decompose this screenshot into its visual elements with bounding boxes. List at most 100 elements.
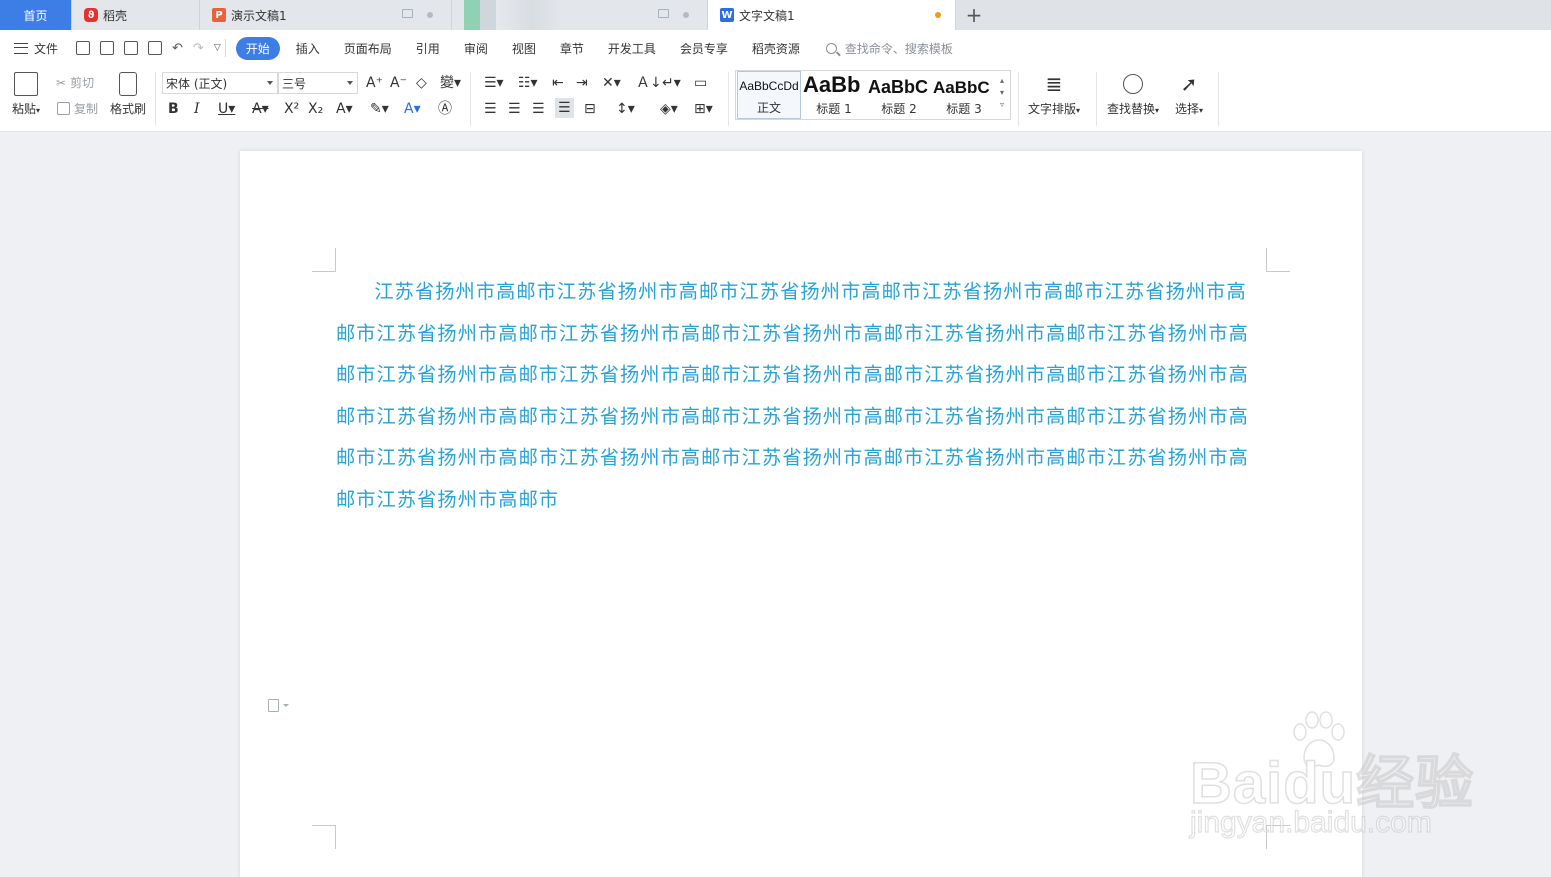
tab-presentation[interactable]: P 演示文稿1	[200, 0, 452, 30]
search-placeholder: 查找命令、搜索模板	[844, 41, 953, 56]
bullet-list-icon[interactable]: ☰▾	[484, 74, 504, 92]
align-center-icon[interactable]: ☰	[508, 100, 521, 118]
line-spacing-icon[interactable]: ↕▾	[616, 100, 635, 118]
select-button[interactable]: ➚ 选择▾	[1175, 72, 1203, 117]
command-search[interactable]: 查找命令、搜索模板	[825, 40, 953, 57]
table-tools-icon[interactable]: ▭	[694, 74, 707, 92]
strikethrough-icon[interactable]: A▾	[252, 100, 269, 118]
show-marks-icon[interactable]: ↵▾	[662, 74, 681, 92]
redo-icon[interactable]: ↷	[193, 41, 204, 56]
search-icon	[825, 42, 837, 54]
subscript-icon[interactable]: X₂	[308, 100, 323, 118]
tab-chapter[interactable]: 章节	[548, 40, 596, 57]
tab-label: 演示文稿1	[231, 8, 287, 23]
tab-blurred[interactable]	[452, 0, 708, 30]
chinese-layout-icon[interactable]: ✕▾	[602, 74, 621, 92]
document-page[interactable]: 江苏省扬州市高邮市江苏省扬州市高邮市江苏省扬州市高邮市江苏省扬州市高邮市江苏省扬…	[240, 151, 1362, 877]
tab-member[interactable]: 会员专享	[668, 40, 740, 57]
hamburger-icon	[14, 42, 28, 54]
print-preview-icon[interactable]	[148, 41, 163, 55]
magnifier-icon	[1123, 74, 1144, 94]
tab-daoke[interactable]: ϑ 稻壳	[72, 0, 200, 30]
tab-home-ribbon[interactable]: 开始	[235, 36, 280, 60]
cut-label: 剪切	[70, 76, 95, 90]
superscript-icon[interactable]: X²	[284, 100, 299, 118]
font-size-select[interactable]: 三号	[278, 72, 358, 94]
format-painter-button[interactable]: 格式刷	[110, 72, 146, 117]
shading-icon[interactable]: ◈▾	[660, 100, 678, 118]
menu-bar: 文件 ↶ ↷ ▽ 开始 插入 页面布局 引用 审阅 视图 章节 开发工具 会员专…	[0, 30, 1551, 66]
text-layout-button[interactable]: ≣ 文字排版▾	[1028, 72, 1080, 117]
cut-button[interactable]: ✂ 剪切	[56, 74, 94, 91]
justify-icon[interactable]: ☰	[555, 98, 574, 118]
document-paragraph[interactable]: 江苏省扬州市高邮市江苏省扬州市高邮市江苏省扬州市高邮市江苏省扬州市高邮市江苏省扬…	[336, 271, 1266, 521]
style-gallery-scroll[interactable]: ▴ ▾ ▿	[1000, 75, 1008, 111]
tab-bar: 首页 ϑ 稻壳 P 演示文稿1 W 文字文稿1 +	[0, 0, 1551, 30]
text-effect-icon[interactable]: A▾	[336, 100, 353, 118]
find-replace-button[interactable]: 查找替换▾	[1107, 72, 1159, 117]
style-normal[interactable]: AaBbCcDd 正文	[737, 71, 801, 119]
align-left-icon[interactable]: ☰	[484, 100, 497, 118]
shrink-font-icon[interactable]: A⁻	[390, 74, 407, 92]
italic-icon[interactable]: I	[194, 100, 200, 118]
margin-mark	[312, 825, 336, 849]
select-label: 选择	[1175, 102, 1200, 116]
font-color-icon[interactable]: A▾	[404, 100, 421, 118]
tab-label: 首页	[23, 8, 48, 23]
pinyin-guide-icon[interactable]: 變▾	[440, 74, 461, 92]
text-direction-icon[interactable]: Ａ↓	[636, 74, 662, 92]
chevron-down-icon[interactable]: ▽	[214, 43, 221, 53]
writer-icon: W	[720, 8, 734, 22]
char-border-icon[interactable]: Ⓐ	[438, 100, 452, 118]
document-icon	[268, 699, 279, 712]
close-dot-icon[interactable]	[683, 11, 689, 18]
tab-developer[interactable]: 开发工具	[596, 40, 668, 57]
export-pdf-icon[interactable]	[100, 41, 115, 55]
style-sample: AaBbC	[933, 78, 990, 97]
tab-document[interactable]: W 文字文稿1	[708, 0, 956, 30]
save-icon[interactable]	[76, 41, 91, 55]
chevron-up-icon[interactable]: ▴	[1000, 75, 1008, 87]
bold-icon[interactable]: B	[168, 100, 179, 118]
style-name: 标题 2	[881, 102, 917, 116]
underline-icon[interactable]: U▾	[218, 100, 235, 118]
scissors-icon: ✂	[56, 75, 67, 90]
highlight-icon[interactable]: ✎▾	[370, 100, 389, 118]
distribute-icon[interactable]: ⊟	[584, 100, 596, 118]
style-gallery: AaBbCcDd 正文 AaBb 标题 1 AaBbC 标题 2 AaBbC 标…	[735, 70, 1011, 120]
numbered-list-icon[interactable]: ☷▾	[518, 74, 538, 92]
clear-format-icon[interactable]: ◇	[416, 74, 427, 92]
monitor-icon	[402, 9, 413, 18]
paragraph-menu[interactable]	[268, 699, 289, 712]
divider	[470, 72, 471, 126]
divider	[1218, 72, 1219, 126]
copy-button[interactable]: 复制	[57, 100, 98, 117]
expand-icon[interactable]: ▿	[1000, 99, 1008, 111]
tab-insert[interactable]: 插入	[284, 40, 332, 57]
align-right-icon[interactable]: ☰	[532, 100, 545, 118]
tab-review[interactable]: 审阅	[452, 40, 500, 57]
close-dot-icon[interactable]	[427, 11, 433, 18]
tab-daoke-resources[interactable]: 稻壳资源	[740, 40, 812, 57]
tab-view[interactable]: 视图	[500, 40, 548, 57]
grow-font-icon[interactable]: A⁺	[366, 74, 383, 92]
chevron-down-icon[interactable]: ▾	[1000, 87, 1008, 99]
style-heading-3[interactable]: AaBbC 标题 3	[932, 71, 996, 119]
increase-indent-icon[interactable]: ⇥	[576, 74, 588, 92]
new-tab-button[interactable]: +	[956, 0, 992, 30]
decrease-indent-icon[interactable]: ⇤	[552, 74, 564, 92]
print-icon[interactable]	[124, 41, 139, 55]
file-menu[interactable]: 文件	[14, 40, 58, 57]
borders-icon[interactable]: ⊞▾	[694, 100, 713, 118]
tab-references[interactable]: 引用	[404, 40, 452, 57]
style-sample: AaBbC	[868, 77, 929, 97]
style-heading-2[interactable]: AaBbC 标题 2	[867, 71, 931, 119]
copy-label: 复制	[74, 102, 99, 116]
tab-home[interactable]: 首页	[0, 0, 72, 30]
tab-page-layout[interactable]: 页面布局	[332, 40, 404, 57]
undo-icon[interactable]: ↶	[172, 41, 183, 56]
text-layout-label: 文字排版	[1028, 102, 1077, 116]
paste-button[interactable]: 粘贴▾	[12, 72, 40, 117]
style-heading-1[interactable]: AaBb 标题 1	[802, 71, 866, 119]
font-name-select[interactable]: 宋体 (正文)	[162, 72, 278, 94]
